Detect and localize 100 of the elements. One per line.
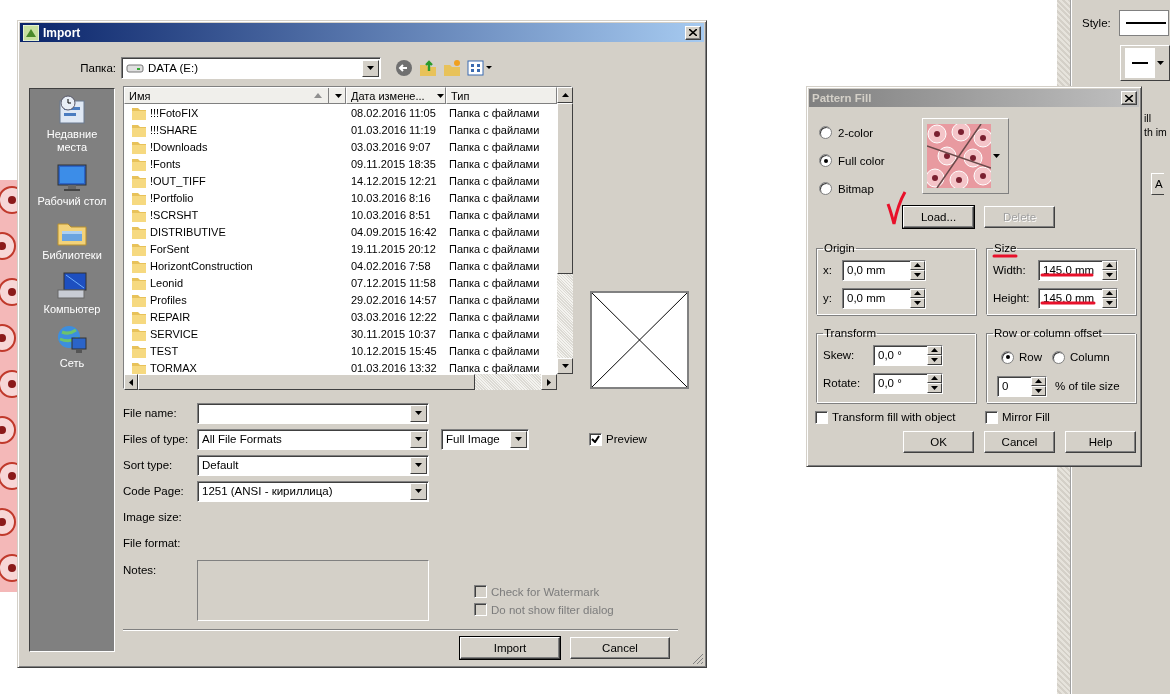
radio-label[interactable]: Full color bbox=[838, 154, 885, 167]
checkbox-label[interactable]: Mirror Fill bbox=[1002, 411, 1122, 424]
up-arrow-icon bbox=[931, 348, 938, 353]
horizontal-scrollbar[interactable] bbox=[124, 374, 557, 390]
radio-label[interactable]: 2-color bbox=[838, 126, 874, 139]
dropdown[interactable]: Default bbox=[197, 454, 429, 476]
line-style-dropdown[interactable] bbox=[1118, 10, 1169, 36]
line-end-dropdown[interactable] bbox=[1120, 45, 1170, 81]
vertical-scrollbar[interactable] bbox=[557, 87, 573, 374]
column-header[interactable]: Имя bbox=[124, 87, 346, 104]
checkbox[interactable] bbox=[985, 411, 998, 424]
file-name[interactable]: !Fonts bbox=[150, 157, 181, 170]
option-label: th im bbox=[1144, 125, 1168, 139]
file-name[interactable]: !Portfolio bbox=[150, 191, 194, 204]
spin-buttons[interactable] bbox=[1031, 376, 1046, 396]
file-name[interactable]: !OUT_TIFF bbox=[150, 174, 206, 187]
app-icon bbox=[23, 24, 39, 41]
checkbox[interactable] bbox=[589, 432, 602, 446]
field-label: Skew: bbox=[823, 349, 856, 361]
number-field[interactable]: 0,0 ° bbox=[873, 372, 943, 394]
dropdown-button[interactable] bbox=[510, 430, 527, 448]
place-item[interactable]: Рабочий стол bbox=[31, 162, 113, 208]
spin-buttons[interactable] bbox=[910, 260, 925, 280]
radio-button[interactable] bbox=[819, 182, 832, 195]
spin-buttons[interactable] bbox=[910, 288, 925, 308]
field-label: Style: bbox=[1082, 17, 1111, 29]
folder-dropdown[interactable]: DATA (E:) bbox=[121, 57, 381, 79]
radio-label[interactable]: Bitmap bbox=[838, 182, 874, 195]
close-button[interactable] bbox=[685, 25, 701, 40]
dropdown[interactable]: 1251 (ANSI - кириллица) bbox=[197, 480, 429, 502]
radio-button[interactable] bbox=[1052, 350, 1065, 364]
number-field[interactable]: 145,0 mm bbox=[1038, 287, 1118, 309]
close-button[interactable] bbox=[1121, 91, 1137, 105]
file-name[interactable]: REPAIR bbox=[150, 310, 191, 323]
apply-button[interactable]: A bbox=[1151, 173, 1164, 195]
file-name[interactable]: TEST bbox=[150, 344, 179, 357]
folder-icon bbox=[132, 139, 146, 154]
spin-buttons[interactable] bbox=[1102, 260, 1117, 280]
dialog-button[interactable]: Import bbox=[460, 637, 560, 659]
file-name[interactable]: HorizontConstruction bbox=[150, 259, 253, 272]
file-name[interactable]: !SCRSHT bbox=[150, 208, 199, 221]
spin-buttons[interactable] bbox=[927, 345, 942, 365]
group-title: Size bbox=[993, 242, 1018, 254]
dropdown[interactable] bbox=[197, 402, 429, 424]
dialog-button[interactable]: Load... bbox=[903, 206, 974, 228]
spin-buttons[interactable] bbox=[927, 373, 942, 393]
pattern-picker[interactable] bbox=[922, 118, 1009, 194]
place-item[interactable]: Сеть bbox=[31, 324, 113, 370]
column-header[interactable]: Тип bbox=[446, 87, 557, 104]
file-name[interactable]: !!!SHARE bbox=[150, 123, 198, 136]
down-arrow-icon bbox=[914, 272, 921, 277]
place-item[interactable]: Компьютер bbox=[31, 270, 113, 316]
dropdown-button[interactable] bbox=[362, 59, 379, 77]
dropdown[interactable]: All File Formats bbox=[197, 428, 429, 450]
dropdown[interactable]: Full Image bbox=[441, 428, 529, 450]
radio-button[interactable] bbox=[819, 126, 832, 139]
radio-button[interactable] bbox=[1001, 350, 1014, 364]
file-name[interactable]: DISTRIBUTIVE bbox=[150, 225, 226, 238]
dialog-button[interactable]: Cancel bbox=[984, 431, 1055, 453]
column-header[interactable]: Дата измене... bbox=[346, 87, 446, 104]
dropdown-button[interactable] bbox=[410, 482, 427, 500]
field-label: Notes: bbox=[123, 563, 158, 578]
modified-date: 03.03.2016 12:22 bbox=[350, 310, 438, 323]
number-field[interactable]: 145,0 mm bbox=[1038, 259, 1118, 281]
radio-label[interactable]: Row bbox=[1019, 351, 1042, 363]
number-field[interactable]: 0,0 mm bbox=[842, 287, 926, 309]
modified-date: 01.03.2016 13:32 bbox=[350, 361, 438, 374]
radio-button[interactable] bbox=[819, 154, 832, 167]
file-name[interactable]: SERVICE bbox=[150, 327, 199, 340]
dropdown-button[interactable] bbox=[410, 430, 427, 448]
up-arrow-icon bbox=[914, 263, 921, 268]
dropdown-button[interactable] bbox=[410, 456, 427, 474]
file-name[interactable]: Leonid bbox=[150, 276, 184, 289]
folder-icon bbox=[132, 326, 146, 341]
caret-icon[interactable] bbox=[436, 93, 444, 98]
checkbox-label[interactable]: Transform fill with object bbox=[832, 411, 962, 424]
place-item[interactable]: Библиотеки bbox=[31, 216, 113, 262]
dialog-button[interactable]: Help bbox=[1065, 431, 1136, 453]
file-name[interactable]: ForSent bbox=[150, 242, 190, 255]
checkbox[interactable] bbox=[815, 411, 828, 424]
radio-label[interactable]: Column bbox=[1070, 351, 1110, 363]
dialog-button[interactable]: Cancel bbox=[570, 637, 670, 659]
caret-icon[interactable] bbox=[335, 93, 342, 98]
dropdown-button[interactable] bbox=[410, 404, 427, 422]
number-field[interactable]: 0,0 mm bbox=[842, 259, 926, 281]
spin-buttons[interactable] bbox=[1102, 288, 1117, 308]
number-field[interactable]: 0 bbox=[997, 375, 1047, 397]
file-name[interactable]: !Downloads bbox=[150, 140, 208, 153]
dialog-button[interactable]: OK bbox=[903, 431, 974, 453]
back-icon[interactable] bbox=[395, 59, 413, 77]
up-arrow-icon bbox=[1106, 291, 1113, 296]
number-field[interactable]: 0,0 ° bbox=[873, 344, 943, 366]
file-name[interactable]: Profiles bbox=[150, 293, 187, 306]
file-name[interactable]: TORMAX bbox=[150, 361, 197, 374]
place-item[interactable]: Недавние места bbox=[31, 95, 113, 154]
file-name[interactable]: !!!FotoFIX bbox=[150, 106, 199, 119]
view-menu-icon[interactable] bbox=[467, 60, 493, 76]
down-arrow-icon bbox=[1106, 300, 1113, 305]
checkbox-label[interactable]: Preview bbox=[606, 433, 647, 445]
close-icon bbox=[689, 29, 697, 36]
